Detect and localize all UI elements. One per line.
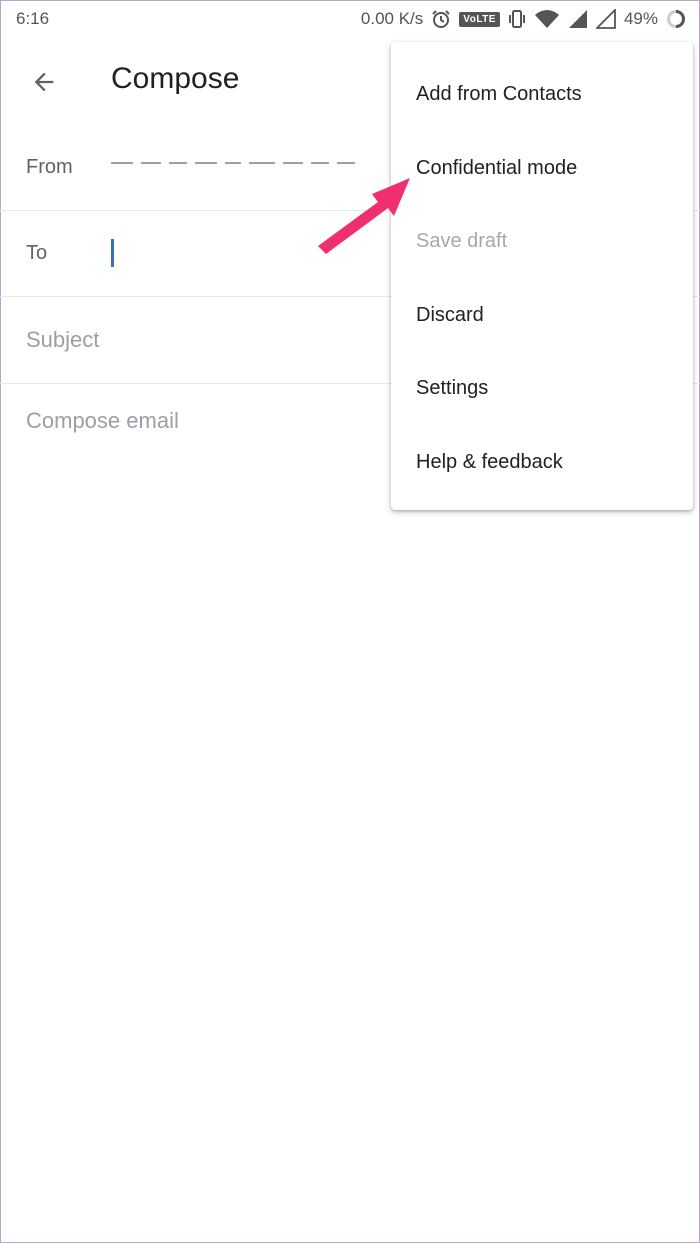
page-title: Compose <box>111 62 240 95</box>
status-bar: 6:16 0.00 K/s VoLTE 49% <box>0 0 700 38</box>
menu-item-add-from-contacts[interactable]: Add from Contacts <box>391 57 693 131</box>
menu-item-save-draft: Save draft <box>416 229 508 252</box>
status-icons: 0.00 K/s VoLTE 49% <box>361 9 686 29</box>
alarm-icon <box>431 9 451 29</box>
from-label: From <box>26 155 73 178</box>
arrow-back-icon <box>34 72 54 92</box>
status-time: 6:16 <box>16 9 50 28</box>
subject-input[interactable]: Subject <box>26 327 99 353</box>
to-label: To <box>26 241 48 264</box>
wifi-icon <box>534 9 560 29</box>
volte-badge: VoLTE <box>459 11 500 27</box>
net-speed: 0.00 K/s <box>360 9 424 28</box>
back-button[interactable] <box>22 60 66 104</box>
battery-percent: 49% <box>623 9 658 28</box>
text-cursor <box>111 239 114 267</box>
signal-empty-icon <box>595 9 616 29</box>
overflow-menu: Add from Contacts Confidential mode Save… <box>391 42 693 510</box>
battery-ring-icon <box>666 9 686 29</box>
menu-item-help-feedback[interactable]: Help & feedback <box>391 425 693 499</box>
menu-item-settings[interactable]: Settings <box>391 351 693 425</box>
menu-item-discard[interactable]: Discard <box>391 278 693 352</box>
body-input[interactable]: Compose email <box>26 408 179 434</box>
annotation-arrow-icon <box>318 178 410 254</box>
menu-item-confidential-mode[interactable]: Confidential mode <box>391 131 693 205</box>
vibrate-icon <box>508 9 526 29</box>
signal-icon <box>568 9 588 29</box>
